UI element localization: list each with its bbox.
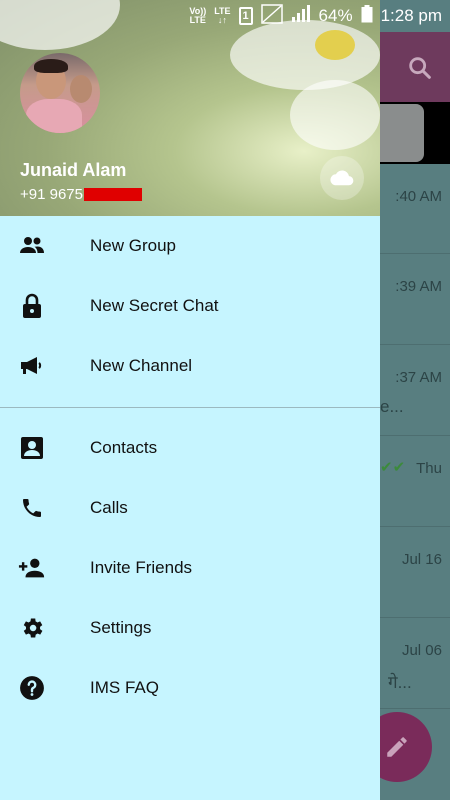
redaction-bar [83,188,142,201]
volte-indicator: Vo)) LTE [189,6,207,25]
contact-card-icon [18,436,46,460]
chat-row[interactable]: :39 AM [380,254,450,345]
menu-invite-friends[interactable]: Invite Friends [0,538,380,598]
help-icon [18,676,46,700]
chat-time: :40 AM [395,188,442,205]
menu-label: Settings [90,618,152,637]
status-bar: Vo)) LTE LTE ↓↑ 1 64% 1:28 pm [0,0,450,32]
chat-preview: e... [380,397,404,416]
tab-strip [380,102,450,164]
menu-label: New Channel [90,356,193,375]
lte-indicator: LTE ↓↑ [214,6,231,25]
menu-contacts[interactable]: Contacts [0,418,380,478]
chat-row[interactable]: :40 AM [380,164,450,254]
user-phone: +91 9675 [20,186,142,203]
search-icon[interactable] [406,54,434,82]
chat-time: Jul 16 [401,551,442,568]
user-phone-number: +91 9675 [20,186,83,203]
drawer-menu: New Group New Secret Chat New Channel Co… [0,216,380,718]
chat-preview: गे... [388,673,412,692]
no-signal-icon [260,3,283,29]
chat-row[interactable]: :37 AM e... [380,345,450,436]
drawer-header: Junaid Alam +91 9675 [0,0,380,216]
group-icon [18,234,46,258]
menu-label: Invite Friends [90,558,193,577]
menu-label: Contacts [90,438,158,457]
lock-icon [18,293,46,318]
pencil-icon [387,737,407,757]
battery-icon [361,4,373,28]
phone-icon [18,496,46,520]
menu-label: New Secret Chat [90,296,219,315]
menu-new-group[interactable]: New Group [0,216,380,276]
sim-indicator: 1 [238,7,253,25]
flower-center [315,30,355,60]
cloud-icon [330,170,354,186]
menu-calls[interactable]: Calls [0,478,380,538]
chat-time: Jul 06 [401,642,442,659]
navigation-drawer: Junaid Alam +91 9675 New Group New Secre… [0,0,380,800]
menu-new-channel[interactable]: New Channel [0,336,380,396]
saved-messages-button[interactable] [320,156,364,200]
chat-time: :37 AM [395,369,442,386]
chat-row[interactable]: Jul 06 गे... [380,618,450,709]
menu-settings[interactable]: Settings [0,598,380,658]
gear-icon [18,616,46,640]
menu-ims-faq[interactable]: IMS FAQ [0,658,380,718]
menu-label: IMS FAQ [90,678,159,697]
flower-petals [290,80,380,150]
menu-divider [0,407,380,408]
user-name: Junaid Alam [20,160,127,180]
menu-label: Calls [90,498,128,517]
double-check-icon: ✔✔ [380,459,406,476]
signal-icon [291,4,311,28]
menu-new-secret-chat[interactable]: New Secret Chat [0,276,380,336]
megaphone-icon [18,354,46,378]
chat-row[interactable]: ✔✔ Thu [380,436,450,527]
battery-percent: 64% [318,6,353,25]
clock: 1:28 pm [380,6,442,25]
chat-row[interactable]: Jul 16 [380,527,450,618]
menu-label: New Group [90,236,176,255]
add-person-icon [18,556,46,580]
chat-time: :39 AM [395,278,442,295]
avatar[interactable] [20,53,100,133]
chat-time: Thu [416,460,442,477]
